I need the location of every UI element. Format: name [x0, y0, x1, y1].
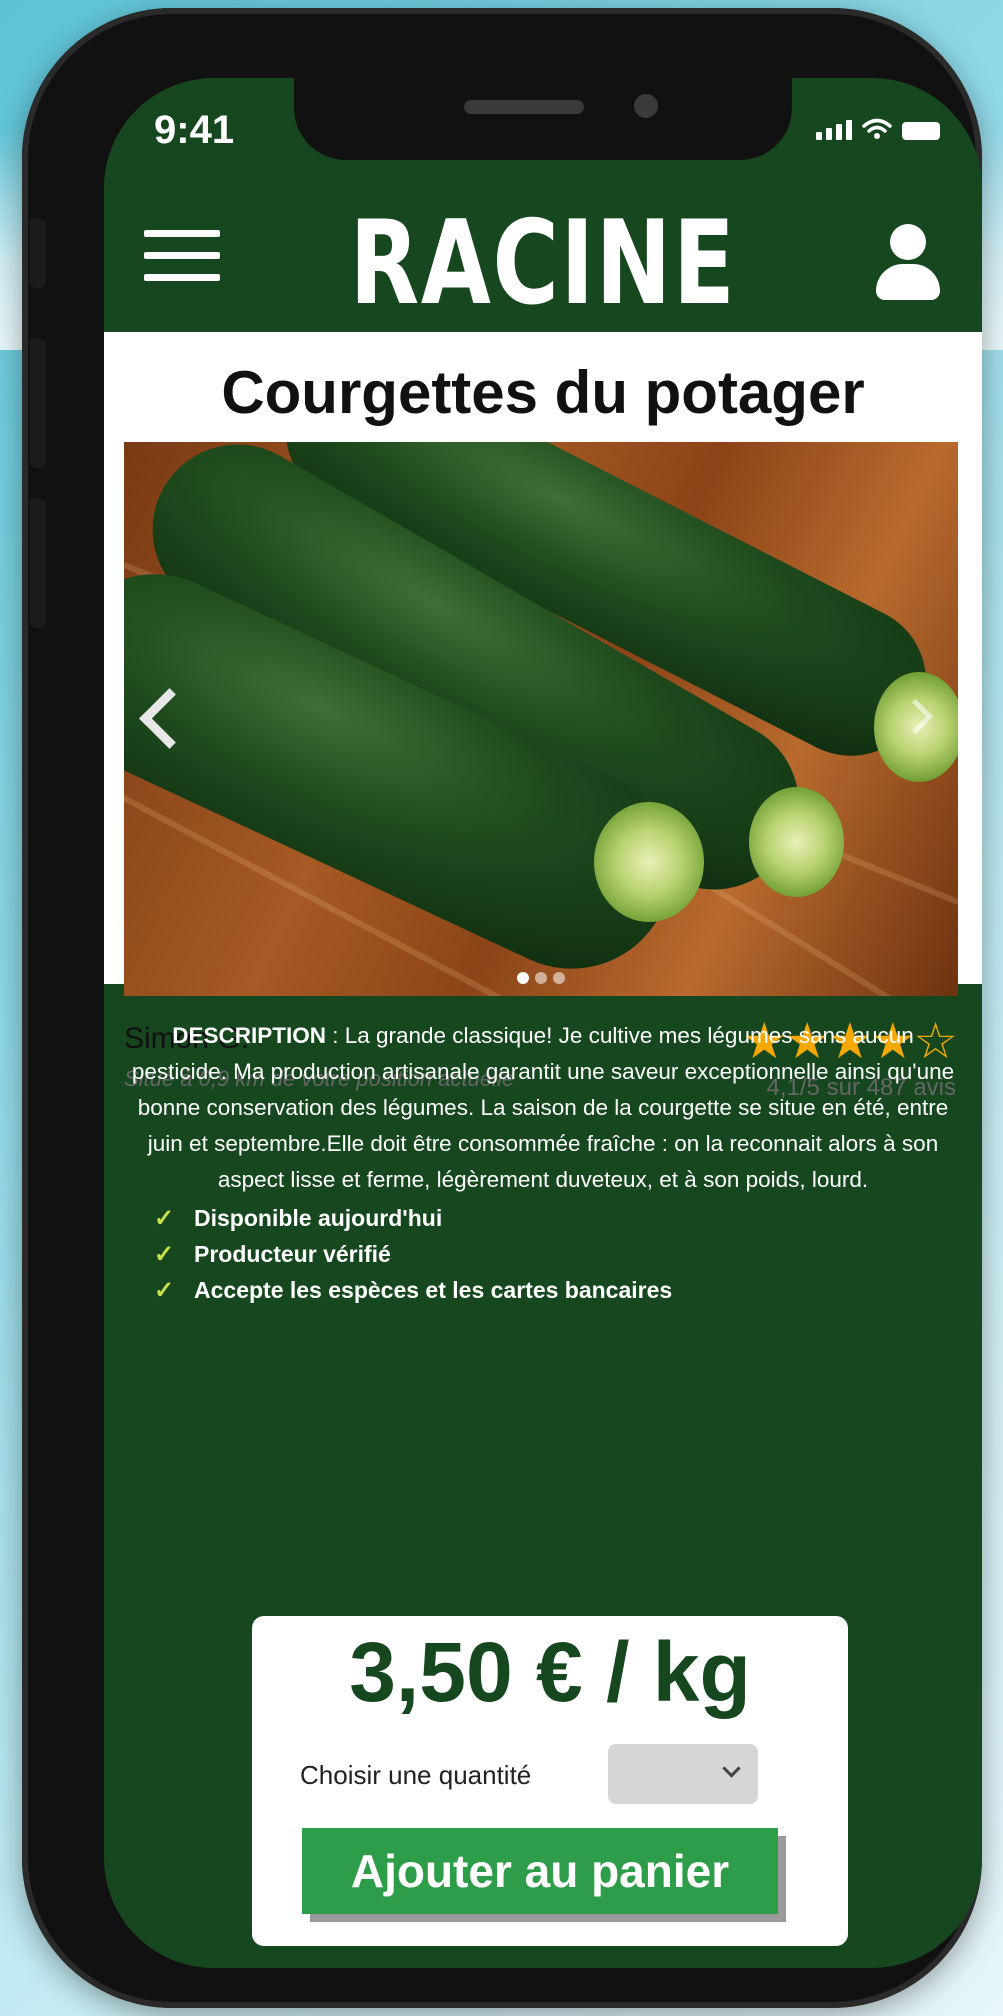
check-icon: ✓ [154, 1240, 175, 1268]
battery-icon [902, 122, 940, 140]
feature-item: ✓ Accepte les espèces et les cartes banc… [154, 1272, 672, 1308]
quantity-label: Choisir une quantité [300, 1760, 532, 1790]
app-header: RACINE [104, 178, 982, 332]
volume-up-button [30, 338, 46, 468]
status-time: 9:41 [154, 108, 235, 152]
carousel-dots [124, 972, 958, 984]
app-logo[interactable]: RACINE [201, 196, 886, 331]
speaker [464, 100, 584, 114]
feature-label: Accepte les espèces et les cartes bancai… [194, 1276, 673, 1303]
feature-list: ✓ Disponible aujourd'hui ✓ Producteur vé… [154, 1200, 672, 1308]
add-to-cart-button[interactable]: Ajouter au panier [302, 1828, 778, 1914]
product-description: DESCRIPTION : La grande classique! Je cu… [128, 1018, 958, 1198]
quantity-select[interactable] [608, 1744, 758, 1804]
description-text: : La grande classique! Je cultive mes lé… [131, 1023, 955, 1192]
product-title: Courgettes du potager [221, 359, 865, 426]
status-icons [816, 118, 940, 140]
check-icon: ✓ [154, 1276, 175, 1304]
product-price: 3,50 € / kg [349, 1625, 751, 1719]
mute-switch [30, 218, 46, 288]
check-icon: ✓ [154, 1204, 175, 1232]
feature-item: ✓ Producteur vérifié [154, 1236, 672, 1272]
volume-down-button [30, 498, 46, 628]
carousel-dot[interactable] [535, 972, 547, 984]
app-screen: 9:41 RACINE Courgettes du potager Simon … [104, 78, 982, 1968]
product-image-carousel[interactable] [124, 442, 958, 996]
wifi-icon [862, 118, 892, 139]
carousel-dot[interactable] [517, 972, 529, 984]
chevron-down-icon [722, 1759, 741, 1778]
product-card: Courgettes du potager Simon G. Situé à 0… [104, 332, 982, 1101]
user-account-icon[interactable] [876, 224, 940, 300]
carousel-dot[interactable] [553, 972, 565, 984]
notch [294, 78, 792, 160]
phone-frame: 9:41 RACINE Courgettes du potager Simon … [22, 8, 982, 2008]
signal-icon [816, 120, 852, 140]
feature-label: Disponible aujourd'hui [194, 1204, 443, 1231]
purchase-box: 3,50 € / kg Choisir une quantité Ajouter… [252, 1616, 848, 1946]
feature-item: ✓ Disponible aujourd'hui [154, 1200, 672, 1236]
description-label: DESCRIPTION [172, 1023, 326, 1048]
front-camera [634, 94, 658, 118]
feature-label: Producteur vérifié [194, 1240, 391, 1267]
